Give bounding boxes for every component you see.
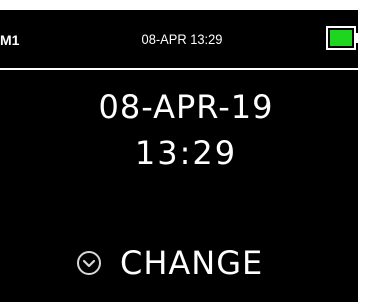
down-circle-icon bbox=[77, 251, 101, 275]
status-divider bbox=[0, 68, 358, 70]
current-time: 13:29 bbox=[134, 134, 238, 172]
current-date: 08-APR-19 bbox=[98, 88, 274, 126]
status-datetime: 08-APR 13:29 bbox=[141, 31, 223, 47]
battery-icon bbox=[326, 26, 356, 50]
profile-label: M1 bbox=[0, 32, 20, 48]
change-button[interactable]: CHANGE bbox=[76, 242, 263, 284]
status-bar: M1 08-APR 13:29 bbox=[0, 10, 359, 68]
battery-tip bbox=[356, 33, 359, 43]
display-panel: M1 08-APR 13:29 08-APR-19 13:29 CHANGE bbox=[0, 10, 359, 302]
battery-level-fill bbox=[330, 30, 352, 46]
device-screen: M1 08-APR 13:29 08-APR-19 13:29 CHANGE bbox=[0, 0, 372, 302]
change-label: CHANGE bbox=[120, 244, 264, 282]
